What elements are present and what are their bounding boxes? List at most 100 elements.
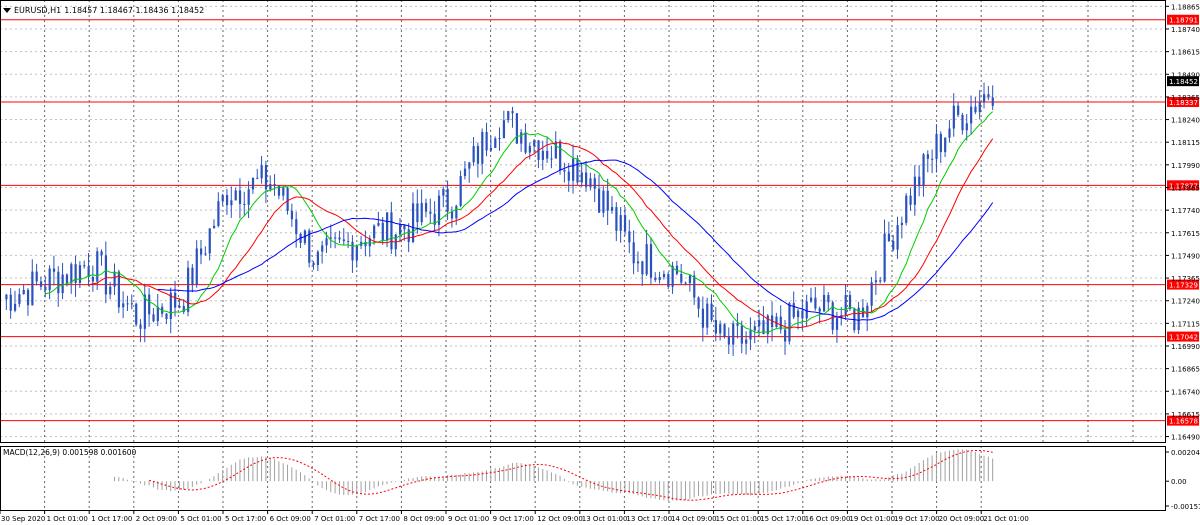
candle-body xyxy=(559,141,562,171)
chart-window: 1.18791 1.18337 1.17877 1.17329 1.17042 1.165… xyxy=(0,0,1200,525)
candle-body xyxy=(654,277,657,280)
candle-body xyxy=(610,207,614,211)
candle-body xyxy=(745,339,748,344)
candle-body xyxy=(13,303,17,311)
candle-body xyxy=(152,314,155,322)
candle-body xyxy=(39,281,43,287)
candle-body xyxy=(623,215,627,232)
candle-body xyxy=(459,176,462,206)
symbol-label: EURUSD,H1 xyxy=(14,5,62,15)
symbol-header: EURUSD,H1 1.18457 1.18467 1.18436 1.1845… xyxy=(3,4,204,16)
candle-body xyxy=(546,150,549,159)
candle-body xyxy=(939,133,942,153)
candle-body xyxy=(502,120,506,139)
candle-body xyxy=(974,106,977,113)
candle-body xyxy=(970,106,973,124)
candle-body xyxy=(585,172,588,187)
candle-body xyxy=(589,178,592,187)
candle-body xyxy=(580,172,583,183)
time-tick-label: 15 Oct 17:00 xyxy=(760,515,806,523)
price-tick-label: 1.18115 xyxy=(1171,139,1200,147)
candle-body xyxy=(122,303,125,308)
candle-body xyxy=(978,102,981,113)
candle-body xyxy=(338,237,341,240)
time-tick-label: 7 Oct 17:00 xyxy=(359,515,400,523)
candle-body xyxy=(156,306,159,322)
candle-body xyxy=(987,94,990,98)
candle-body xyxy=(9,294,12,311)
candle-body xyxy=(174,292,177,308)
candle-body xyxy=(217,201,220,226)
candle-body xyxy=(494,138,497,148)
time-tick-label: 1 Oct 01:00 xyxy=(47,515,88,523)
candle-body xyxy=(260,165,263,179)
candle-body xyxy=(347,241,350,243)
chart-canvas[interactable]: 1.187911.183371.178771.173291.170421.165… xyxy=(0,0,1200,525)
price-tick-label: 1.18615 xyxy=(1171,49,1200,57)
candle-body xyxy=(879,280,882,282)
time-tick-label: 5 Oct 01:00 xyxy=(180,515,221,523)
candle-body xyxy=(83,265,86,267)
candle-body xyxy=(524,132,527,153)
candle-body xyxy=(753,326,756,331)
candle-body xyxy=(455,205,458,219)
candle-body xyxy=(688,275,692,284)
time-tick-label: 21 Oct 01:00 xyxy=(983,515,1029,523)
time-tick-label: 13 Oct 17:00 xyxy=(626,515,672,523)
candle-body xyxy=(818,308,821,312)
candle-body xyxy=(295,219,298,234)
candle-body xyxy=(797,310,800,318)
candle-body xyxy=(195,248,198,285)
candle-body xyxy=(710,303,713,321)
candle-body xyxy=(373,225,376,239)
candle-body xyxy=(784,329,787,342)
time-tick-label: 9 Oct 17:00 xyxy=(493,515,534,523)
candle-body xyxy=(723,324,726,337)
candle-body xyxy=(883,233,886,282)
candle-body xyxy=(788,303,791,342)
candle-body xyxy=(31,271,34,306)
candle-body xyxy=(727,336,730,345)
candle-body xyxy=(481,131,484,164)
price-tick-label: 1.17240 xyxy=(1171,298,1200,306)
candle-body xyxy=(316,251,320,266)
candle-body xyxy=(247,189,250,205)
candle-body xyxy=(386,212,389,241)
candle-body xyxy=(117,271,121,308)
candle-body xyxy=(844,295,847,316)
candle-body xyxy=(515,113,519,144)
candle-body xyxy=(126,303,129,305)
candle-body xyxy=(225,195,229,206)
candle-body xyxy=(758,320,761,327)
candle-body xyxy=(230,200,233,206)
candle-body xyxy=(965,123,968,131)
candle-body xyxy=(909,195,912,205)
candle-body xyxy=(576,158,579,183)
candle-body xyxy=(463,168,467,177)
candle-body xyxy=(606,190,609,211)
candle-body xyxy=(792,303,795,318)
candle-body xyxy=(208,228,211,254)
candle-body xyxy=(273,184,276,186)
price-tick-label: 1.16615 xyxy=(1171,411,1200,419)
candle-body xyxy=(719,324,722,334)
candle-body xyxy=(926,154,929,159)
candle-body xyxy=(593,178,596,189)
candle-body xyxy=(18,294,21,304)
chart-menu-dropdown-icon[interactable] xyxy=(3,7,11,13)
candle-body xyxy=(35,271,38,282)
candle-body xyxy=(178,305,181,308)
candle-body xyxy=(450,211,454,219)
candle-body xyxy=(135,303,138,325)
candle-body xyxy=(870,282,873,306)
candle-body xyxy=(342,239,345,242)
time-tick-label: 16 Oct 09:00 xyxy=(805,515,851,523)
ohlc-values: 1.18457 1.18467 1.18436 1.18452 xyxy=(64,5,205,15)
candle-body xyxy=(420,202,423,223)
time-tick-label: 7 Oct 01:00 xyxy=(314,515,355,523)
candle-body xyxy=(944,137,947,153)
candle-body xyxy=(96,251,99,282)
candle-body xyxy=(961,114,964,131)
candle-body xyxy=(334,237,337,239)
candle-body xyxy=(5,294,8,300)
